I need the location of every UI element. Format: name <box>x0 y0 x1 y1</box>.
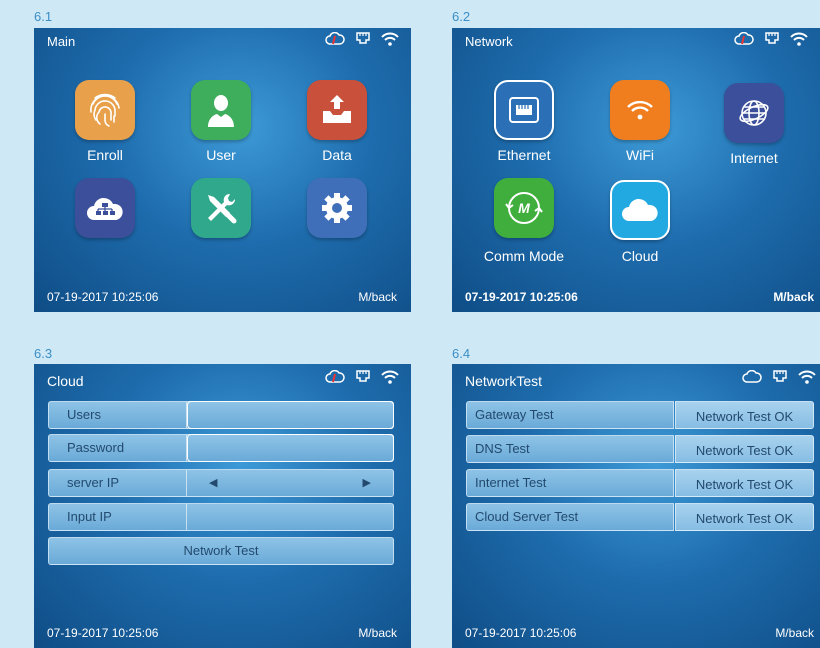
user-icon <box>208 95 234 127</box>
enroll-button[interactable] <box>75 80 135 140</box>
internet-test-label: Internet Test <box>466 469 674 497</box>
fingerprint-icon <box>90 93 120 127</box>
cloud-icon <box>622 198 658 221</box>
comm-mode-label: Comm Mode <box>483 248 565 264</box>
system-tools-button[interactable] <box>191 178 251 238</box>
cloud-status-icon <box>742 370 762 384</box>
datetime: 07-19-2017 10:25:06 <box>47 626 159 640</box>
wifi-status-icon <box>381 32 399 46</box>
users-label: Users <box>49 402 187 428</box>
cloud-button[interactable] <box>610 180 670 240</box>
footer-bar: 07-19-2017 10:25:06 M/back <box>47 290 397 304</box>
globe-icon <box>739 100 769 126</box>
network-test-button[interactable]: Network Test <box>48 537 394 565</box>
password-row: Password <box>48 434 394 462</box>
back-hint[interactable]: M/back <box>358 290 397 304</box>
settings-button[interactable] <box>307 178 367 238</box>
network-cloud-icon <box>87 197 123 220</box>
dns-test-row: DNS Test Network Test OK <box>466 435 814 463</box>
figure-label-6-3: 6.3 <box>34 346 53 361</box>
figure-label-6-4: 6.4 <box>452 346 471 361</box>
data-label: Data <box>322 147 352 163</box>
cloud-label: Cloud <box>621 248 659 264</box>
cloud-server-test-row: Cloud Server Test Network Test OK <box>466 503 814 531</box>
wifi-status-icon <box>798 370 816 384</box>
status-bar <box>742 370 816 384</box>
svg-text:M: M <box>518 200 530 216</box>
datetime: 07-19-2017 10:25:06 <box>465 626 577 640</box>
gateway-test-row: Gateway Test Network Test OK <box>466 401 814 429</box>
footer-bar: 07-19-2017 10:25:06 M/back <box>47 626 397 640</box>
users-input[interactable] <box>187 401 394 429</box>
arrow-left-icon[interactable]: ◀ <box>209 470 217 496</box>
data-button[interactable] <box>307 80 367 140</box>
gateway-test-label: Gateway Test <box>466 401 674 429</box>
network-screen: Network Ethernet WiFi Internet M Comm Mo… <box>452 28 820 312</box>
ethernet-status-icon <box>772 370 788 384</box>
comm-button[interactable] <box>75 178 135 238</box>
internet-button[interactable] <box>724 83 784 143</box>
ethernet-label: Ethernet <box>497 147 551 163</box>
status-bar <box>325 370 399 384</box>
back-hint[interactable]: M/back <box>773 290 814 304</box>
network-test-screen: NetworkTest Gateway Test Network Test OK… <box>452 364 820 648</box>
main-screen: Main Enroll User Data 07-19-2017 10:25:0… <box>34 28 411 312</box>
data-icon <box>323 95 351 123</box>
user-label: User <box>206 147 236 163</box>
tools-icon <box>208 193 237 224</box>
dns-test-label: DNS Test <box>466 435 674 463</box>
screen-title: Cloud <box>47 373 84 389</box>
figure-label-6-2: 6.2 <box>452 9 471 24</box>
internet-test-result: Network Test OK <box>675 469 814 497</box>
figure-label-6-1: 6.1 <box>34 9 53 24</box>
comm-mode-icon: M <box>505 192 543 224</box>
arrow-right-icon[interactable]: ▶ <box>363 470 371 496</box>
wifi-status-icon <box>790 32 808 46</box>
wifi-button[interactable] <box>610 80 670 140</box>
cloud-server-test-result: Network Test OK <box>675 503 814 531</box>
wifi-icon <box>627 100 653 120</box>
datetime: 07-19-2017 10:25:06 <box>465 290 578 304</box>
back-hint[interactable]: M/back <box>358 626 397 640</box>
dns-test-result: Network Test OK <box>675 435 814 463</box>
cloud-status-icon <box>325 32 345 46</box>
password-label: Password <box>49 435 187 461</box>
screen-title: NetworkTest <box>465 373 543 389</box>
input-ip-row: Input IP <box>48 503 394 531</box>
gear-icon <box>322 193 352 223</box>
cloud-status-icon <box>734 32 754 46</box>
datetime: 07-19-2017 10:25:06 <box>47 290 159 304</box>
server-ip-row: server IP ◀ ▶ <box>48 469 394 497</box>
cloud-status-icon <box>325 370 345 384</box>
ethernet-button[interactable] <box>494 80 554 140</box>
users-row: Users <box>48 401 394 429</box>
password-input[interactable] <box>187 434 394 462</box>
cloud-screen: Cloud Users Password server IP ◀ ▶ Input… <box>34 364 411 648</box>
ethernet-status-icon <box>355 370 371 384</box>
internet-label: Internet <box>730 150 778 166</box>
input-ip-label: Input IP <box>49 504 187 530</box>
comm-mode-button[interactable]: M <box>494 178 554 238</box>
enroll-label: Enroll <box>87 147 123 163</box>
ethernet-icon <box>509 97 539 123</box>
footer-bar: 07-19-2017 10:25:06 M/back <box>465 626 814 640</box>
wifi-status-icon <box>381 370 399 384</box>
status-bar <box>734 32 808 46</box>
screen-title: Main <box>47 34 76 49</box>
gateway-test-result: Network Test OK <box>675 401 814 429</box>
footer-bar: 07-19-2017 10:25:06 M/back <box>465 290 814 304</box>
back-hint[interactable]: M/back <box>775 626 814 640</box>
cloud-server-test-label: Cloud Server Test <box>466 503 674 531</box>
internet-test-row: Internet Test Network Test OK <box>466 469 814 497</box>
ethernet-status-icon <box>355 32 371 46</box>
server-ip-selector[interactable]: ◀ ▶ <box>187 470 393 496</box>
ethernet-status-icon <box>764 32 780 46</box>
user-button[interactable] <box>191 80 251 140</box>
input-ip-field[interactable] <box>187 504 393 530</box>
screen-title: Network <box>465 34 513 49</box>
server-ip-label: server IP <box>49 470 187 496</box>
wifi-label: WiFi <box>626 147 654 163</box>
status-bar <box>325 32 399 46</box>
